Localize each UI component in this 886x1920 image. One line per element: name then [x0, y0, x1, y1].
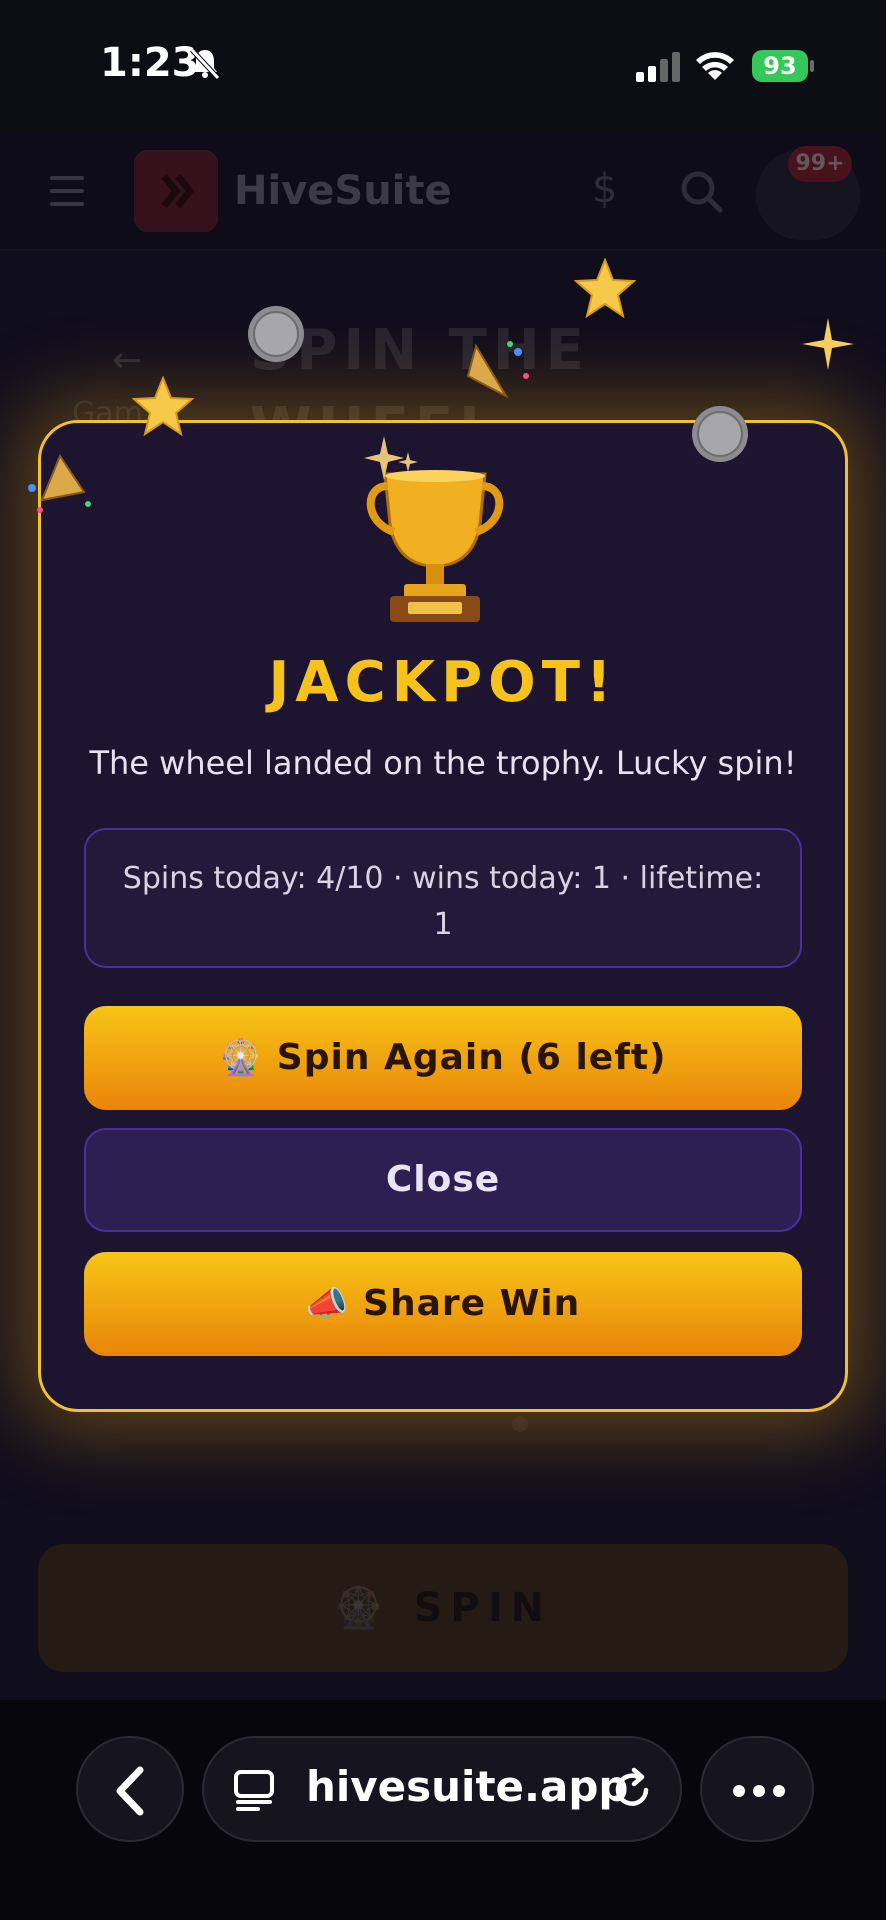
back-arrow-icon[interactable]: ←	[112, 340, 142, 381]
battery-nub	[810, 60, 814, 72]
app-logo	[134, 150, 218, 232]
app-name: HiveSuite	[234, 168, 452, 214]
more-options-button[interactable]	[700, 1736, 814, 1842]
wheel-indicator-dot	[512, 1416, 528, 1432]
share-win-label: Share Win	[363, 1283, 581, 1324]
coin-icon	[248, 306, 304, 362]
spin-button-label: SPIN	[413, 1585, 553, 1631]
notification-badge: 99+	[788, 146, 852, 182]
search-icon[interactable]	[680, 170, 724, 214]
chevron-left-icon	[116, 1766, 144, 1816]
ferris-wheel-icon: 🎡	[333, 1585, 392, 1631]
more-dots-icon	[733, 1785, 785, 1797]
dollar-icon[interactable]: $	[592, 166, 617, 212]
spin-again-label: Spin Again (6 left)	[276, 1037, 667, 1078]
spin-button[interactable]: 🎡 SPIN	[38, 1544, 848, 1672]
spin-stats: Spins today: 4/10 · wins today: 1 · life…	[84, 828, 802, 968]
party-popper-icon	[28, 453, 91, 513]
wifi-icon	[696, 52, 734, 80]
hamburger-menu-icon[interactable]	[50, 176, 84, 206]
logo-mark-icon	[134, 150, 218, 232]
megaphone-icon: 📣	[305, 1284, 350, 1324]
star-icon	[132, 376, 194, 436]
close-label: Close	[385, 1159, 501, 1200]
reader-mode-icon	[234, 1770, 274, 1811]
sparkle-icon	[802, 318, 854, 370]
share-win-button[interactable]: 📣 Share Win	[84, 1252, 802, 1356]
ferris-wheel-icon: 🎡	[219, 1038, 263, 1078]
status-time: 1:23	[100, 40, 200, 86]
browser-back-button[interactable]	[76, 1736, 184, 1842]
close-button[interactable]: Close	[84, 1128, 802, 1232]
spin-again-button[interactable]: 🎡 Spin Again (6 left)	[84, 1006, 802, 1110]
url-text: hivesuite.app	[306, 1762, 629, 1811]
battery-indicator: 93	[752, 50, 808, 82]
modal-message: The wheel landed on the trophy. Lucky sp…	[89, 744, 797, 782]
sparkle-icon	[364, 436, 418, 480]
cellular-signal-icon	[636, 52, 680, 82]
bell-muted-icon	[190, 48, 220, 80]
star-icon	[574, 258, 636, 318]
trophy-icon	[366, 470, 504, 622]
party-popper-icon	[466, 341, 529, 399]
modal-title: JACKPOT!	[268, 650, 618, 715]
coin-icon	[692, 406, 748, 462]
